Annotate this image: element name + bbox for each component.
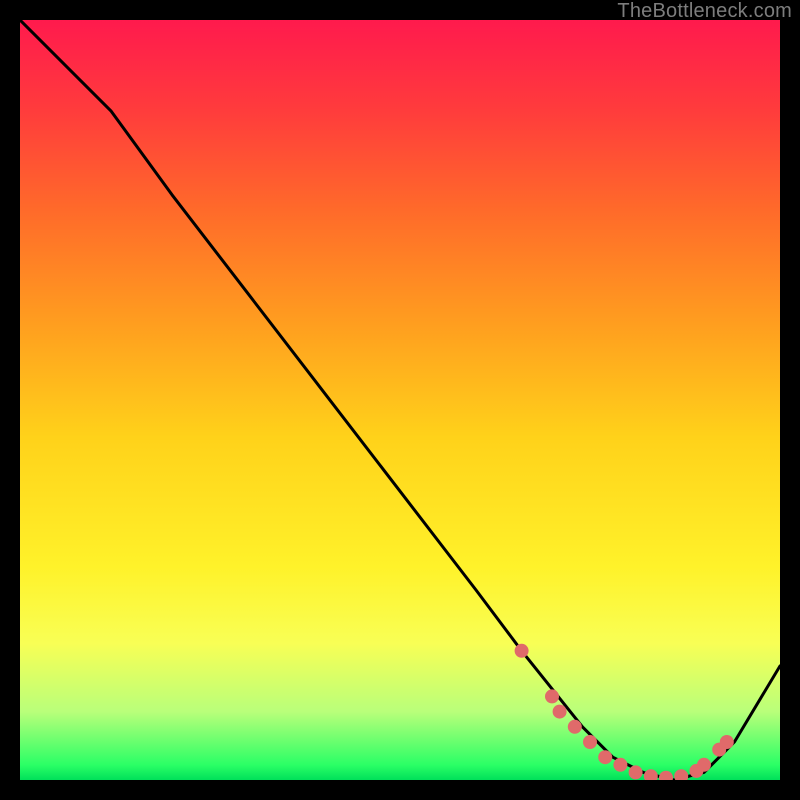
dot-marker xyxy=(553,705,567,719)
dot-marker xyxy=(568,720,582,734)
bottleneck-curve xyxy=(20,20,780,780)
plot-area xyxy=(20,20,780,780)
dot-marker xyxy=(515,644,529,658)
dot-marker xyxy=(659,771,673,780)
dot-markers xyxy=(515,644,734,780)
dot-marker xyxy=(545,689,559,703)
dot-marker xyxy=(674,769,688,780)
chart-stage: TheBottleneck.com xyxy=(0,0,800,800)
dot-marker xyxy=(598,750,612,764)
dot-marker xyxy=(583,735,597,749)
dot-marker xyxy=(697,758,711,772)
dot-marker xyxy=(644,769,658,780)
chart-svg xyxy=(20,20,780,780)
dot-marker xyxy=(629,765,643,779)
dot-marker xyxy=(613,758,627,772)
dot-marker xyxy=(720,735,734,749)
